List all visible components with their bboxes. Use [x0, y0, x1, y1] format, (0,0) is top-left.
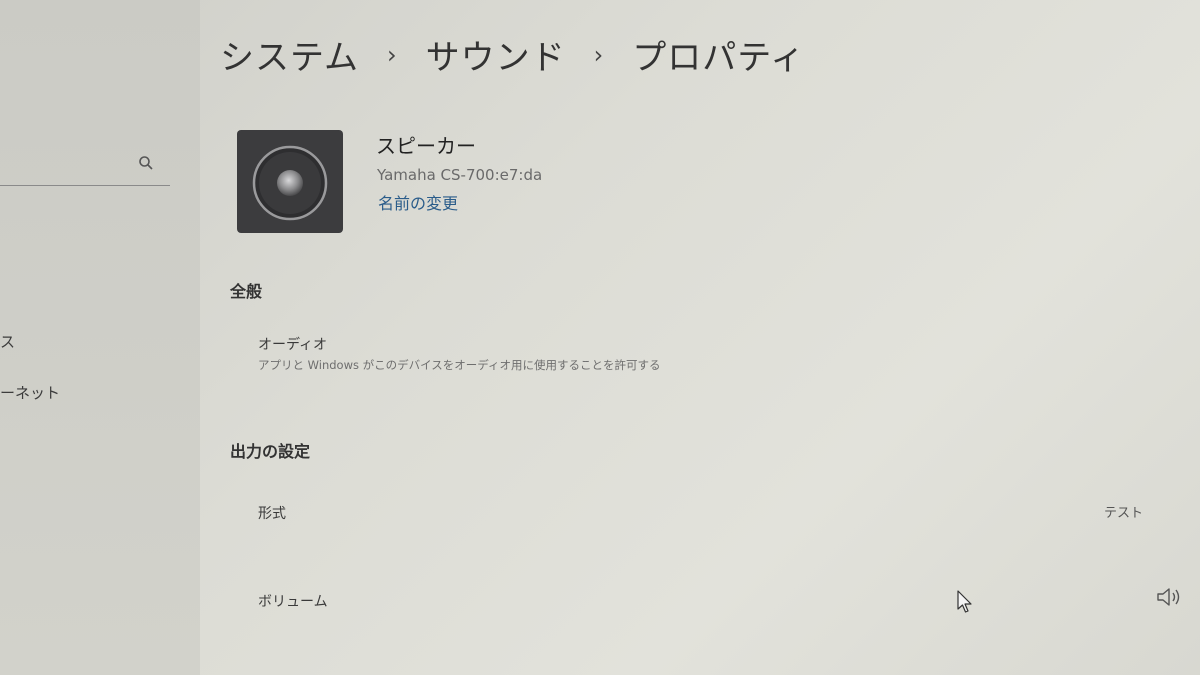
search-input[interactable] — [0, 145, 170, 186]
sidebar: ス ーネット — [0, 0, 200, 675]
search-icon[interactable] — [138, 155, 154, 171]
output-settings-heading: 出力の設定 — [230, 442, 311, 461]
device-name: スピーカー — [376, 134, 476, 158]
general-heading: 全般 — [230, 282, 263, 301]
audio-setting-description: アプリと Windows がこのデバイスをオーディオ用に使用することを許可する — [258, 358, 661, 372]
audio-setting-title: オーディオ — [258, 337, 328, 353]
mouse-cursor-icon — [957, 590, 972, 613]
sidebar-item-1[interactable]: ス — [0, 331, 15, 352]
volume-icon[interactable] — [1155, 587, 1185, 607]
breadcrumb-sound[interactable]: サウンド — [426, 30, 566, 79]
breadcrumb-separator: › — [593, 40, 605, 69]
sidebar-item-2[interactable]: ーネット — [0, 382, 60, 403]
device-model: Yamaha CS-700:e7:da — [377, 166, 543, 184]
format-value[interactable]: テスト — [1104, 502, 1143, 521]
volume-label: ボリューム — [258, 594, 328, 610]
page-title: プロパティ — [632, 38, 806, 78]
speaker-icon — [237, 130, 343, 233]
breadcrumb-separator: › — [386, 40, 398, 69]
format-label: 形式 — [258, 506, 286, 522]
breadcrumb-system[interactable]: システム — [220, 30, 359, 79]
breadcrumb: システム › サウンド › プロパティ — [220, 30, 805, 79]
rename-link[interactable]: 名前の変更 — [378, 190, 458, 214]
